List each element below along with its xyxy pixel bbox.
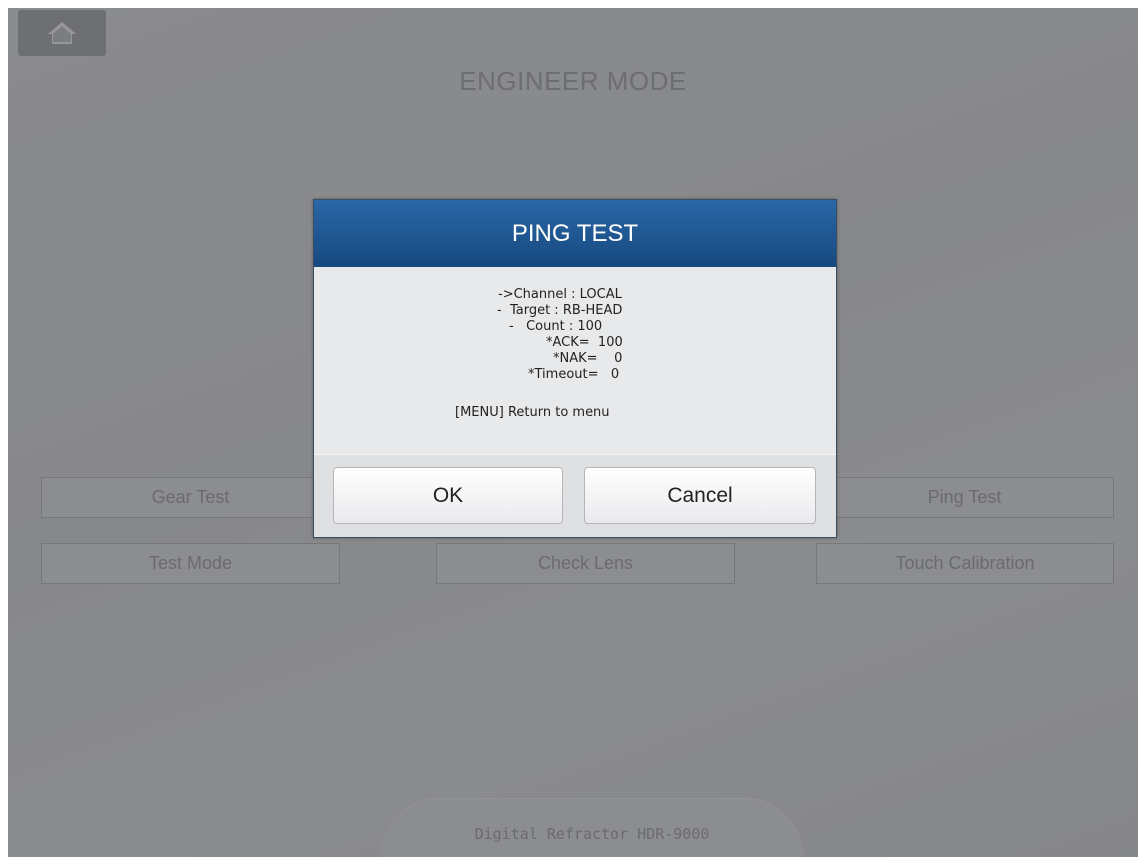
test-mode-button[interactable]: Test Mode: [41, 543, 340, 584]
nak-line: *NAK= 0: [553, 351, 623, 366]
target-line: - Target : RB-HEAD: [497, 303, 623, 318]
dialog-body: ->Channel : LOCAL - Target : RB-HEAD - C…: [314, 267, 836, 454]
touch-calibration-button[interactable]: Touch Calibration: [816, 543, 1114, 584]
ok-button[interactable]: OK: [333, 467, 563, 524]
home-button[interactable]: [18, 10, 106, 56]
page-title: ENGINEER MODE: [459, 66, 687, 96]
check-lens-button[interactable]: Check Lens: [436, 543, 735, 584]
timeout-line: *Timeout= 0: [528, 367, 620, 382]
ack-line: *ACK= 100: [546, 335, 623, 350]
home-icon: [48, 22, 76, 44]
channel-line: ->Channel : LOCAL: [498, 287, 622, 302]
dialog-footer: OK Cancel: [314, 454, 836, 537]
ping-test-button[interactable]: Ping Test: [815, 477, 1114, 518]
dialog-title: PING TEST: [314, 200, 836, 267]
return-hint: [MENU] Return to menu: [455, 405, 610, 420]
device-name-footer: Digital Refractor HDR-9000: [380, 798, 804, 857]
device-name-label: Digital Refractor HDR-9000: [474, 825, 710, 843]
gear-test-button[interactable]: Gear Test: [41, 477, 340, 518]
ping-test-dialog: PING TEST ->Channel : LOCAL - Target : R…: [313, 199, 837, 538]
cancel-button[interactable]: Cancel: [584, 467, 816, 524]
count-line: - Count : 100: [509, 319, 603, 334]
